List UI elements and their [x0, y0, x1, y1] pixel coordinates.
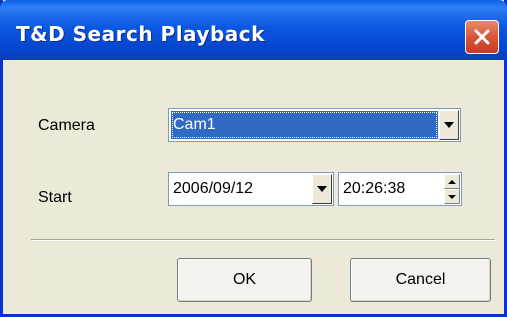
ok-button[interactable]: OK [177, 258, 312, 302]
close-button[interactable] [465, 20, 499, 54]
start-date-value: 2006/09/12 [173, 180, 254, 197]
divider [31, 239, 495, 241]
camera-select[interactable]: Cam1 [168, 108, 461, 142]
start-label: Start [38, 189, 72, 206]
camera-selected-value: Cam1 [171, 111, 438, 139]
arrow-up-icon [448, 179, 456, 184]
title-bar[interactable]: T&D Search Playback [0, 0, 507, 60]
time-increment-button[interactable] [444, 174, 460, 189]
start-date-picker[interactable]: 2006/09/12 [168, 172, 334, 206]
arrow-down-icon [448, 194, 456, 199]
date-dropdown-button[interactable] [312, 174, 332, 204]
search-playback-dialog: T&D Search Playback Camera Cam1 Start 20… [0, 0, 507, 317]
camera-dropdown-button[interactable] [439, 110, 459, 140]
start-time-value: 20:26:38 [343, 180, 406, 197]
close-icon [474, 29, 490, 45]
cancel-button[interactable]: Cancel [350, 258, 491, 302]
camera-label: Camera [38, 117, 95, 134]
chevron-down-icon [317, 186, 327, 192]
time-decrement-button[interactable] [444, 189, 460, 204]
time-spinner-arrows [444, 174, 460, 204]
window-title: T&D Search Playback [16, 22, 265, 46]
start-time-spinner[interactable]: 20:26:38 [338, 172, 462, 206]
chevron-down-icon [444, 122, 454, 128]
